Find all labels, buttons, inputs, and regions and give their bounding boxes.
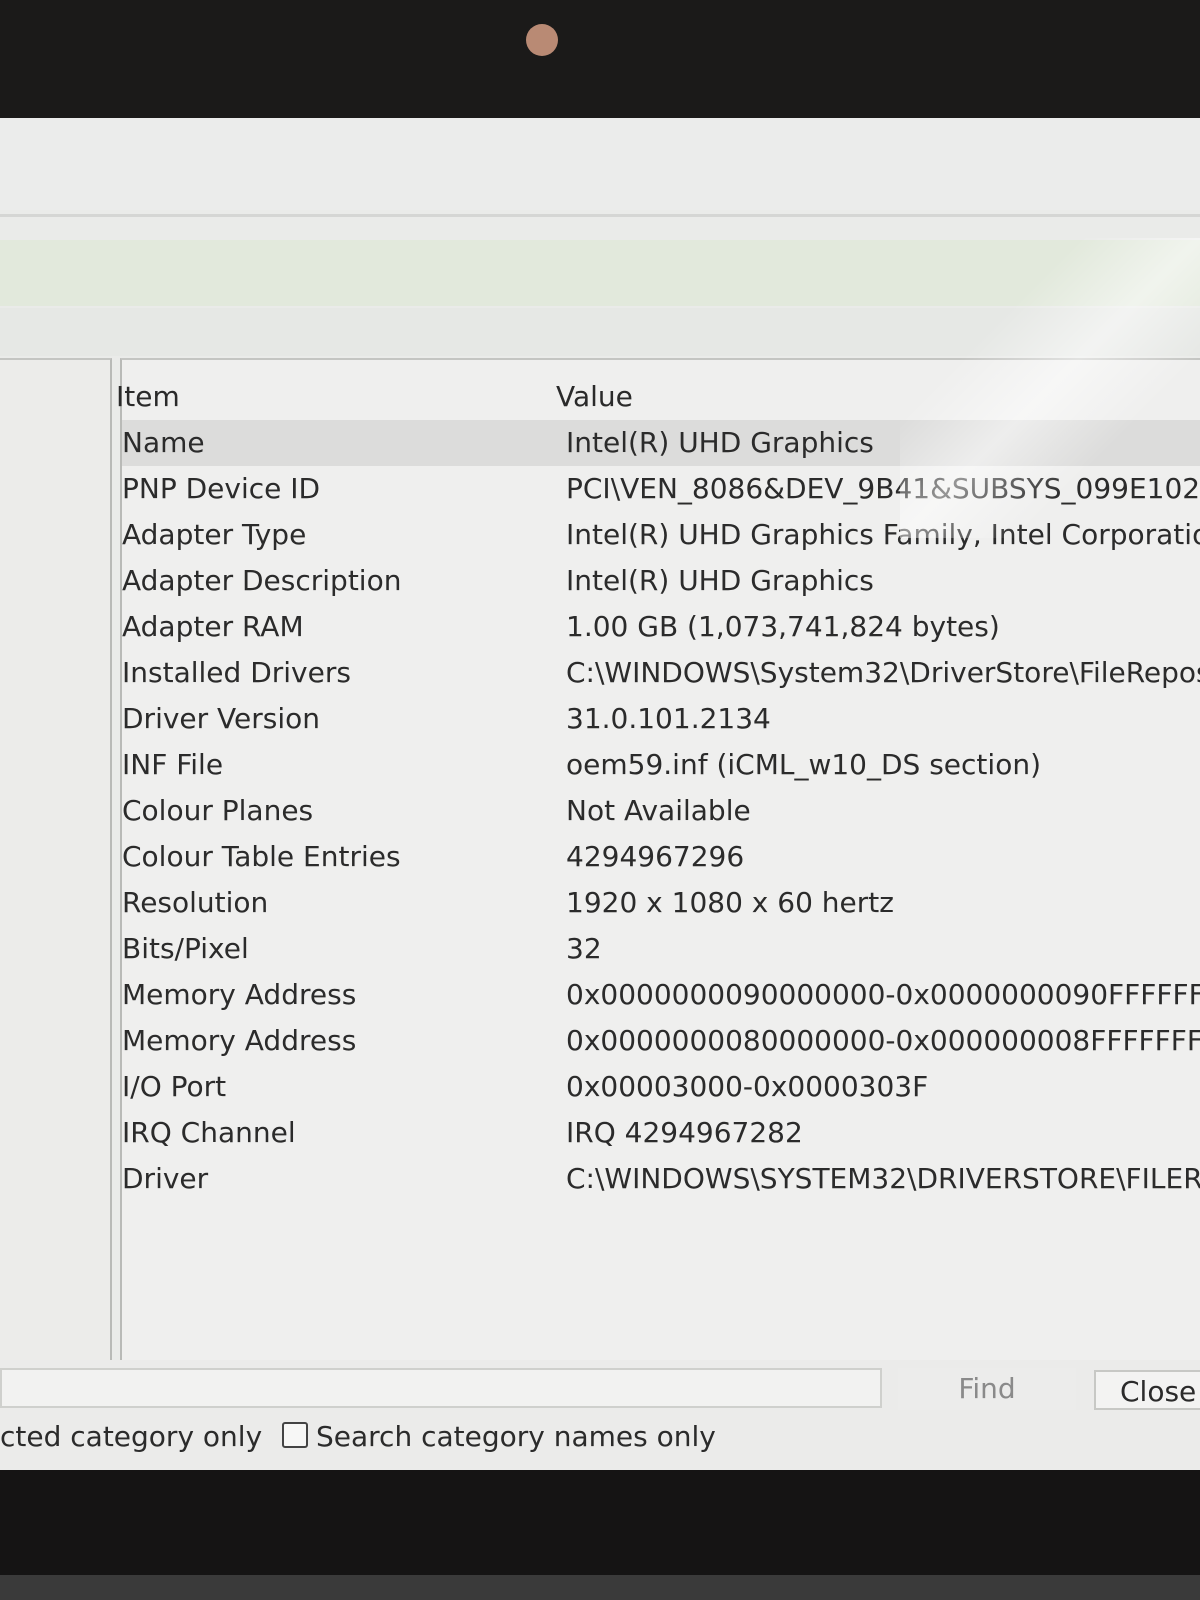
find-input[interactable] [0, 1368, 882, 1408]
close-find-button[interactable]: Close [1094, 1370, 1200, 1410]
find-button[interactable]: Find [898, 1368, 1076, 1410]
list-row[interactable]: Memory Address 0x0000000080000000-0x00000… [122, 1018, 1200, 1064]
row-value: oem59.inf (iCML_w10_DS section) [566, 748, 1041, 781]
column-header-item[interactable]: Item [116, 380, 180, 413]
row-item-label: Driver Version [122, 702, 321, 735]
row-value: 4294967296 [566, 840, 745, 873]
details-list-pane: Item Value Name Intel(R) UHD Graphics PNP … [116, 358, 1200, 1478]
row-value: Intel(R) UHD Graphics [566, 426, 874, 459]
details-rows: Name Intel(R) UHD Graphics PNP Device ID PC… [122, 420, 1200, 1202]
list-row[interactable]: Colour Planes Not Available [122, 788, 1200, 834]
row-item-label: Installed Drivers [122, 656, 351, 689]
menu-bar [0, 240, 1200, 306]
category-tree-pane[interactable] [0, 358, 112, 1478]
list-row[interactable]: Driver Version 31.0.101.2134 [122, 696, 1200, 742]
row-value: Not Available [566, 794, 751, 827]
laptop-bezel-edge [0, 1575, 1200, 1600]
list-row[interactable]: Adapter RAM 1.00 GB (1,073,741,824 bytes) [122, 604, 1200, 650]
row-item-label: Colour Table Entries [122, 840, 401, 873]
title-area [0, 118, 1200, 210]
column-header-value[interactable]: Value [556, 380, 633, 413]
row-item-label: Driver [122, 1162, 209, 1195]
toolbar-area [0, 308, 1200, 356]
row-item-label: Bits/Pixel [122, 932, 249, 965]
list-row[interactable]: IRQ Channel IRQ 4294967282 [122, 1110, 1200, 1156]
search-category-names-checkbox[interactable] [282, 1422, 308, 1448]
row-value: 1920 x 1080 x 60 hertz [566, 886, 894, 919]
find-bar: Find Close cted category only Search cat… [0, 1360, 1200, 1470]
list-row[interactable]: I/O Port 0x00003000-0x0000303F [122, 1064, 1200, 1110]
list-row[interactable]: PNP Device ID PCI\VEN_8086&DEV_9B41&SUBSY… [122, 466, 1200, 512]
list-row[interactable]: Bits/Pixel 32 [122, 926, 1200, 972]
menu-divider [0, 214, 1200, 217]
row-item-label: Adapter Description [122, 564, 402, 597]
search-category-names-label[interactable]: Search category names only [316, 1420, 716, 1453]
row-value: 1.00 GB (1,073,741,824 bytes) [566, 610, 1000, 643]
row-value: 31.0.101.2134 [566, 702, 771, 735]
list-row[interactable]: Driver C:\WINDOWS\SYSTEM32\DRIVERSTORE\FI… [122, 1156, 1200, 1202]
list-row[interactable]: Installed Drivers C:\WINDOWS\System32\Dri… [122, 650, 1200, 696]
selected-category-only-option[interactable]: cted category only [0, 1420, 262, 1453]
row-value: PCI\VEN_8086&DEV_9B41&SUBSYS_099E1028& [566, 472, 1200, 505]
list-row[interactable]: Adapter Type Intel(R) UHD Graphics Family… [122, 512, 1200, 558]
list-row[interactable]: INF File oem59.inf (iCML_w10_DS section) [122, 742, 1200, 788]
row-value: C:\WINDOWS\SYSTEM32\DRIVERSTORE\FILEREP [566, 1162, 1200, 1195]
row-item-label: I/O Port [122, 1070, 227, 1103]
row-value: 32 [566, 932, 602, 965]
system-information-window: Item Value Name Intel(R) UHD Graphics PNP … [0, 118, 1200, 1478]
screen: Item Value Name Intel(R) UHD Graphics PNP … [0, 0, 1200, 1600]
row-value: Intel(R) UHD Graphics [566, 564, 874, 597]
list-row[interactable]: Name Intel(R) UHD Graphics [122, 420, 1200, 466]
list-row[interactable]: Adapter Description Intel(R) UHD Graphics [122, 558, 1200, 604]
laptop-bezel-top [0, 0, 1200, 120]
row-item-label: Memory Address [122, 1024, 357, 1057]
row-value: 0x00003000-0x0000303F [566, 1070, 929, 1103]
row-item-label: IRQ Channel [122, 1116, 296, 1149]
list-header: Item Value [116, 368, 1200, 418]
row-item-label: Adapter Type [122, 518, 307, 551]
list-row[interactable]: Memory Address 0x0000000090000000-0x00000… [122, 972, 1200, 1018]
row-value: IRQ 4294967282 [566, 1116, 803, 1149]
row-item-label: PNP Device ID [122, 472, 321, 505]
row-value: Intel(R) UHD Graphics Family, Intel Corp… [566, 518, 1200, 551]
row-item-label: Memory Address [122, 978, 357, 1011]
list-row[interactable]: Colour Table Entries 4294967296 [122, 834, 1200, 880]
list-row[interactable]: Resolution 1920 x 1080 x 60 hertz [122, 880, 1200, 926]
row-value: 0x0000000080000000-0x000000008FFFFFFF [566, 1024, 1200, 1057]
row-item-label: Name [122, 426, 205, 459]
row-item-label: Resolution [122, 886, 269, 919]
row-item-label: Colour Planes [122, 794, 314, 827]
row-item-label: Adapter RAM [122, 610, 304, 643]
row-value: 0x0000000090000000-0x0000000090FFFFFF [566, 978, 1200, 1011]
row-value: C:\WINDOWS\System32\DriverStore\FileRepo… [566, 656, 1200, 689]
webcam-icon [526, 24, 558, 56]
row-item-label: INF File [122, 748, 224, 781]
